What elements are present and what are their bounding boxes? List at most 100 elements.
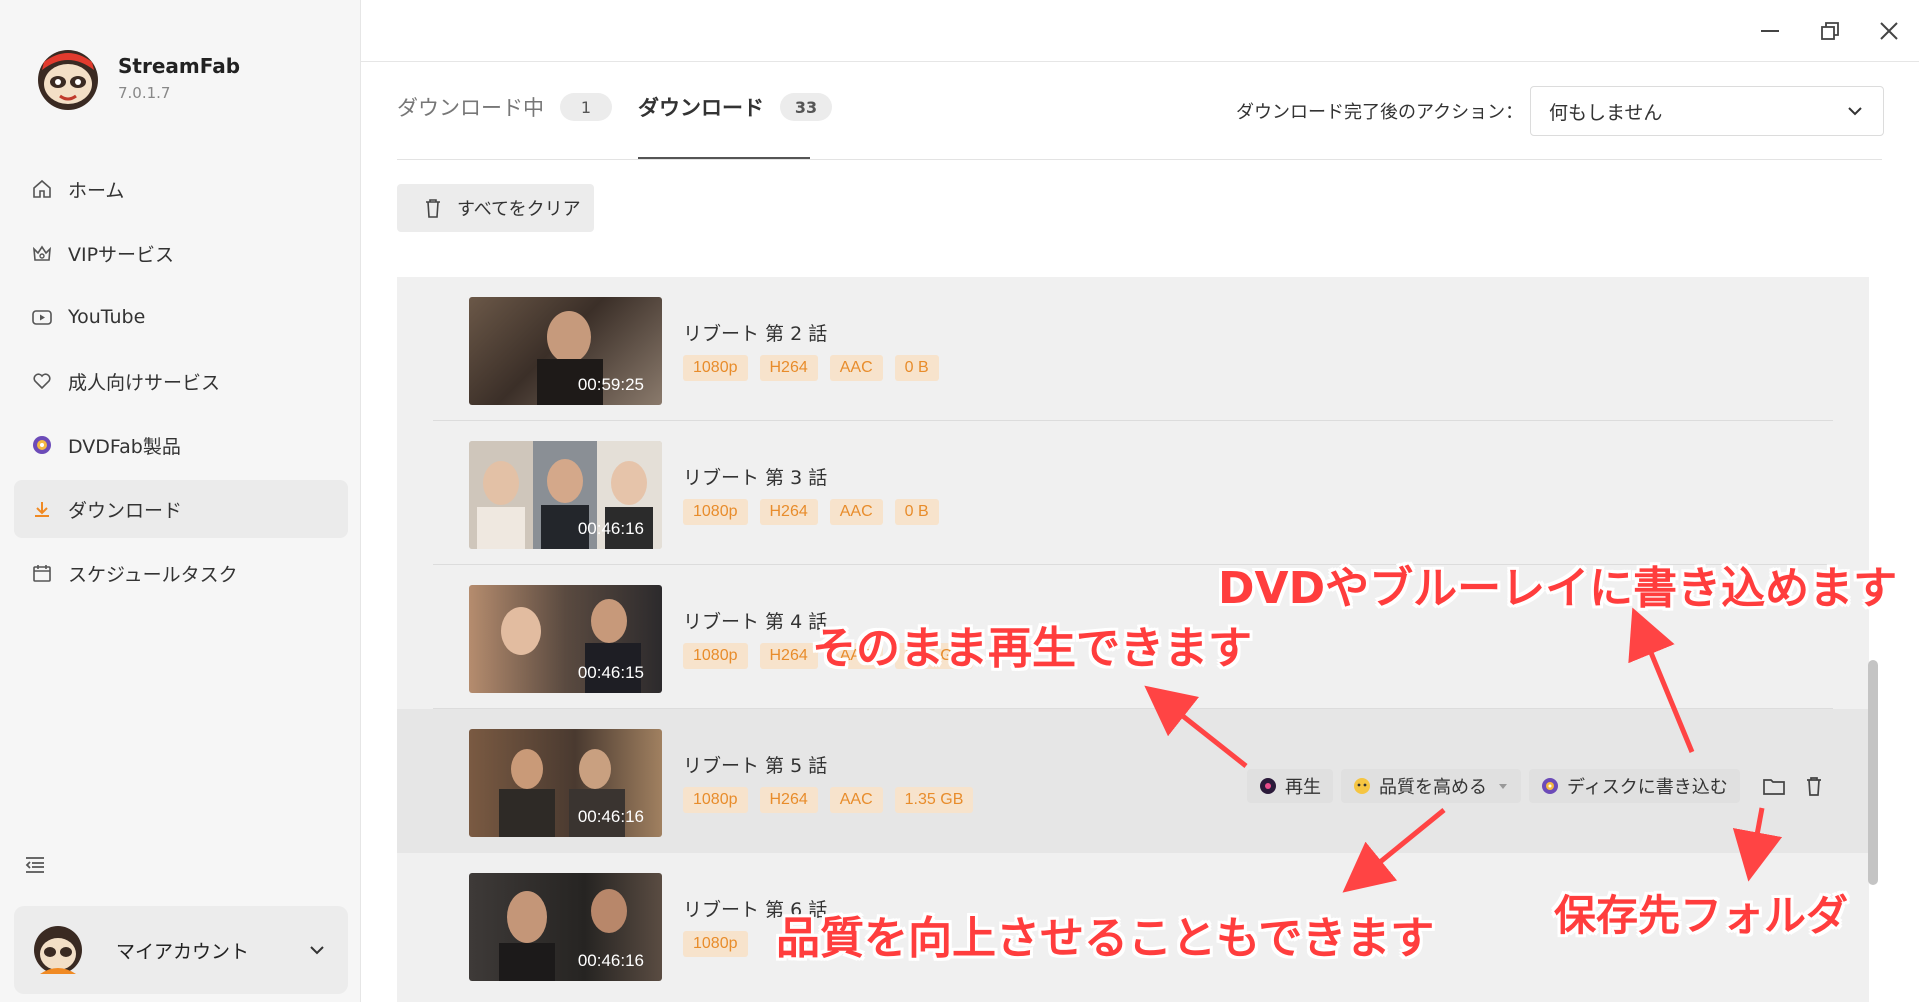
divider <box>361 61 1919 62</box>
sidebar-item-label: YouTube <box>68 306 146 328</box>
restore-icon <box>1821 22 1839 40</box>
youtube-icon <box>30 305 54 329</box>
tab-label: ダウンロード中 <box>397 96 544 120</box>
codec-badge: H264 <box>759 499 818 525</box>
tab-label: ダウンロード <box>638 96 764 120</box>
video-thumbnail[interactable]: 00:46:16 <box>469 729 662 837</box>
enhance-label: 品質を高める <box>1379 777 1487 798</box>
sidebar-item-label: スケジュールタスク <box>68 563 238 586</box>
codec-badge: H264 <box>759 643 818 669</box>
chevron-down-icon <box>310 946 324 955</box>
video-thumbnail[interactable]: 00:46:15 <box>469 585 662 693</box>
sidebar-item-label: ダウンロード <box>68 499 183 522</box>
chevron-down-icon <box>1848 107 1862 116</box>
account-menu[interactable]: マイアカウント <box>14 906 348 994</box>
brand: StreamFab 7.0.1.7 <box>34 44 240 112</box>
clear-all-button[interactable]: すべてをクリア <box>397 184 594 232</box>
heart-icon <box>30 369 54 393</box>
resolution-badge: 1080p <box>683 787 748 813</box>
minimize-icon <box>1761 30 1779 32</box>
play-button[interactable]: 再生 <box>1247 769 1333 803</box>
annotation-enhance: 品質を向上させることもできます <box>776 913 1435 964</box>
video-thumbnail[interactable]: 00:46:16 <box>469 873 662 981</box>
sidebar-item-download[interactable]: ダウンロード <box>14 480 348 538</box>
burn-label: ディスクに書き込む <box>1567 777 1728 798</box>
burn-disc-button[interactable]: ディスクに書き込む <box>1529 769 1740 803</box>
clear-all-label: すべてをクリア <box>457 199 581 220</box>
audio-badge: AAC <box>829 499 883 525</box>
video-duration: 00:46:15 <box>577 663 644 682</box>
sidebar-item-home[interactable]: ホーム <box>14 160 348 218</box>
trash-icon <box>426 199 440 218</box>
sidebar-item-label: DVDFab製品 <box>68 435 181 458</box>
sidebar-item-label: 成人向けサービス <box>68 371 221 394</box>
row-actions: 再生 品質を高める ディスクに書き込む <box>1247 769 1828 803</box>
video-title: リブート 第 4 話 <box>683 611 828 633</box>
list-item[interactable]: 00:46:16 リブート 第 3 話 1080p H264 AAC 0 B <box>397 421 1869 565</box>
home-icon <box>30 177 54 201</box>
badge-group: 1080p H264 AAC 1.35 GB <box>683 787 985 813</box>
dvdfab-icon <box>30 433 54 457</box>
video-thumbnail[interactable]: 00:59:25 <box>469 297 662 405</box>
video-thumbnail[interactable]: 00:46:16 <box>469 441 662 549</box>
sidebar-item-vip[interactable]: VIPサービス <box>14 224 348 282</box>
avatar <box>34 926 82 974</box>
video-duration: 00:46:16 <box>577 519 644 538</box>
codec-badge: H264 <box>759 787 818 813</box>
tab-count-badge: 33 <box>780 93 832 121</box>
audio-badge: AAC <box>829 787 883 813</box>
collapse-sidebar-icon[interactable] <box>22 852 48 878</box>
open-folder-button[interactable] <box>1760 772 1788 800</box>
sidebar: StreamFab 7.0.1.7 ホーム VIPサービス YouTube 成人… <box>0 0 361 1002</box>
vip-icon <box>30 241 54 265</box>
video-duration: 00:59:25 <box>577 375 644 394</box>
size-badge: 0 B <box>894 355 939 381</box>
app-name: StreamFab <box>118 54 241 78</box>
list-item[interactable]: 00:46:16 リブート 第 5 話 1080p H264 AAC 1.35 … <box>397 709 1869 853</box>
tab-count-badge: 1 <box>560 93 612 121</box>
video-title: リブート 第 3 話 <box>683 467 828 489</box>
close-button[interactable] <box>1872 14 1906 48</box>
badge-group: 1080p H264 AAC 0 B <box>683 355 951 381</box>
streamfab-logo <box>38 50 98 110</box>
scrollbar[interactable] <box>1868 660 1878 885</box>
tab-downloaded[interactable]: ダウンロード 33 <box>638 92 832 122</box>
after-action-select[interactable]: 何もしません <box>1530 86 1884 136</box>
codec-badge: H264 <box>759 355 818 381</box>
sidebar-item-label: VIPサービス <box>68 243 175 266</box>
annotation-folder: 保存先フォルダ <box>1554 891 1849 940</box>
sidebar-item-adult[interactable]: 成人向けサービス <box>14 352 348 410</box>
annotation-play: そのまま再生できます <box>812 623 1252 674</box>
video-title: リブート 第 5 話 <box>683 755 828 777</box>
close-icon <box>1880 22 1898 40</box>
badge-group: 1080p <box>683 931 760 957</box>
play-icon <box>1260 778 1276 794</box>
list-item[interactable]: 00:59:25 リブート 第 2 話 1080p H264 AAC 0 B <box>397 277 1869 421</box>
delete-button[interactable] <box>1800 772 1828 800</box>
account-label: マイアカウント <box>116 940 250 963</box>
badge-group: 1080p H264 AAC 0 B <box>683 499 951 525</box>
resolution-badge: 1080p <box>683 499 748 525</box>
enhance-quality-button[interactable]: 品質を高める <box>1341 769 1521 803</box>
divider <box>397 159 1882 160</box>
size-badge: 0 B <box>894 499 939 525</box>
tab-downloading[interactable]: ダウンロード中 1 <box>397 92 612 122</box>
restore-button[interactable] <box>1813 14 1847 48</box>
minimize-button[interactable] <box>1753 14 1787 48</box>
trash-icon <box>1806 777 1821 796</box>
sidebar-item-dvdfab[interactable]: DVDFab製品 <box>14 416 348 474</box>
app-version: 7.0.1.7 <box>118 84 171 102</box>
annotation-burn: DVDやブルーレイに書き込めます <box>1218 563 1898 614</box>
sidebar-item-schedule[interactable]: スケジュールタスク <box>14 544 348 602</box>
audio-badge: AAC <box>829 355 883 381</box>
resolution-badge: 1080p <box>683 355 748 381</box>
sidebar-nav: ホーム VIPサービス YouTube 成人向けサービス DVDFab製品 ダウ… <box>14 160 348 608</box>
enhance-icon <box>1354 778 1370 794</box>
video-duration: 00:46:16 <box>577 807 644 826</box>
folder-icon <box>1762 779 1785 795</box>
size-badge: 1.35 GB <box>894 787 974 813</box>
sidebar-item-youtube[interactable]: YouTube <box>14 288 348 346</box>
resolution-badge: 1080p <box>683 643 748 669</box>
caret-down-icon[interactable] <box>1497 780 1509 792</box>
resolution-badge: 1080p <box>683 931 748 957</box>
